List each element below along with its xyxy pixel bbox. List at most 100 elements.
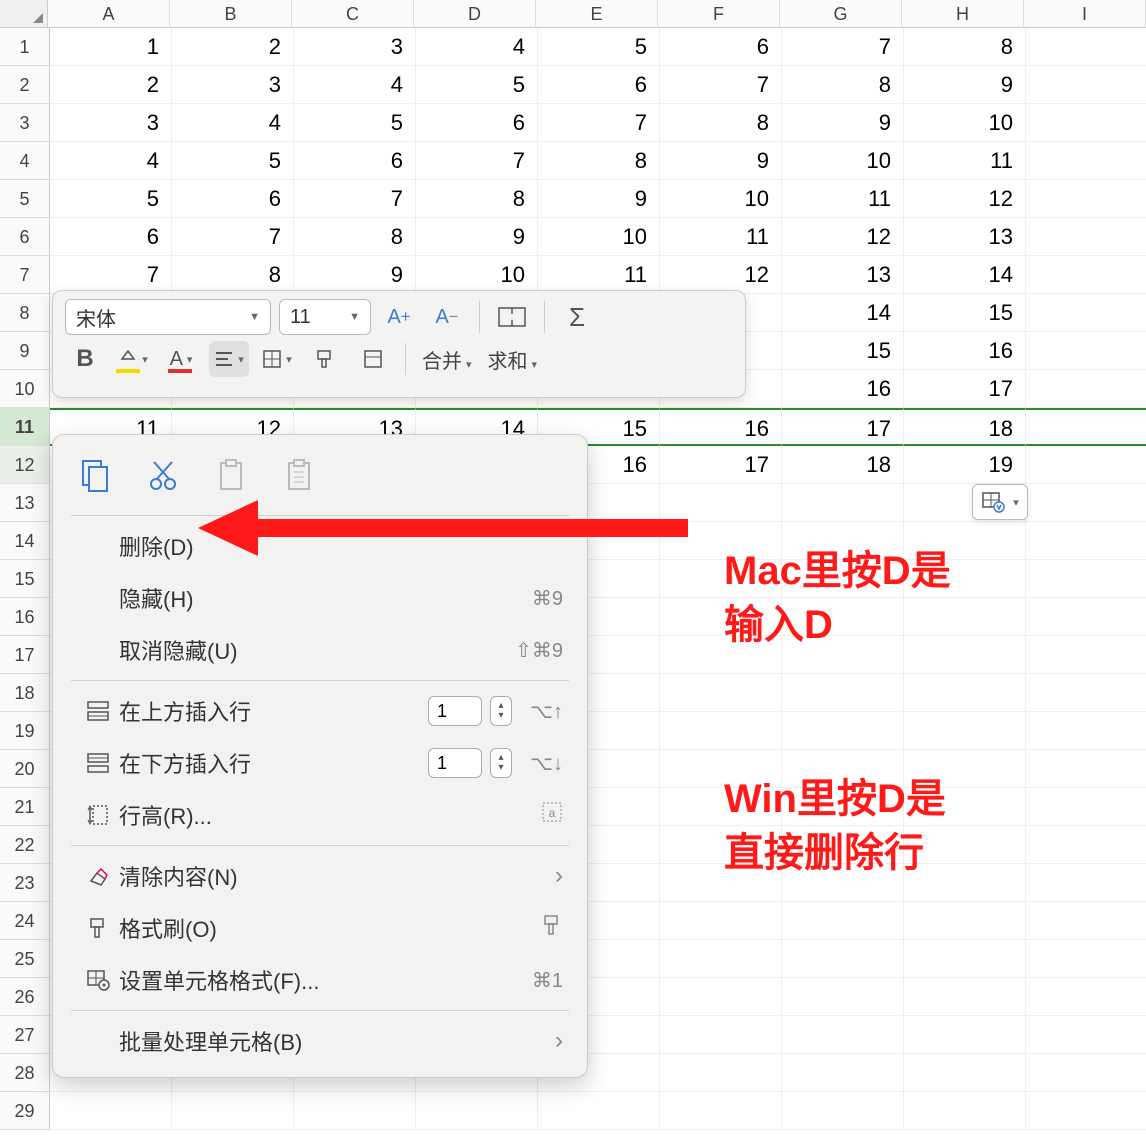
cell[interactable] xyxy=(1026,902,1146,940)
cell[interactable]: 5 xyxy=(50,180,172,218)
cell[interactable]: 7 xyxy=(50,256,172,294)
cell[interactable] xyxy=(904,940,1026,978)
cell[interactable]: 10 xyxy=(782,142,904,180)
column-header[interactable]: A xyxy=(48,0,170,28)
cell[interactable]: 6 xyxy=(538,66,660,104)
row-header[interactable]: 15 xyxy=(0,560,50,598)
cell[interactable]: 1 xyxy=(50,28,172,66)
cell[interactable] xyxy=(782,902,904,940)
cell[interactable] xyxy=(172,1092,294,1130)
cell[interactable] xyxy=(660,1016,782,1054)
row-header[interactable]: 6 xyxy=(0,218,50,256)
shrink-font-button[interactable]: A− xyxy=(427,299,467,335)
row-header[interactable]: 21 xyxy=(0,788,50,826)
cell[interactable] xyxy=(660,978,782,1016)
cell[interactable]: 10 xyxy=(660,180,782,218)
cell[interactable] xyxy=(50,1092,172,1130)
cell[interactable]: 8 xyxy=(782,66,904,104)
paste-options-button[interactable]: ▾ xyxy=(972,484,1028,520)
cell[interactable] xyxy=(782,712,904,750)
cell[interactable] xyxy=(1026,180,1146,218)
row-header[interactable]: 18 xyxy=(0,674,50,712)
cell[interactable]: 9 xyxy=(294,256,416,294)
cell[interactable]: 17 xyxy=(782,408,904,446)
cell[interactable] xyxy=(904,978,1026,1016)
cell[interactable]: 12 xyxy=(904,180,1026,218)
cell[interactable]: 16 xyxy=(782,370,904,408)
row-header[interactable]: 22 xyxy=(0,826,50,864)
row-header[interactable]: 3 xyxy=(0,104,50,142)
cell[interactable] xyxy=(782,674,904,712)
cell[interactable] xyxy=(782,1016,904,1054)
cell[interactable]: 4 xyxy=(294,66,416,104)
cell[interactable]: 13 xyxy=(904,218,1026,256)
font-size-select[interactable]: 11▼ xyxy=(279,299,371,335)
cell[interactable] xyxy=(660,1054,782,1092)
cell[interactable]: 10 xyxy=(538,218,660,256)
cell[interactable]: 14 xyxy=(904,256,1026,294)
cell[interactable]: 8 xyxy=(538,142,660,180)
cell[interactable] xyxy=(904,1016,1026,1054)
cell[interactable] xyxy=(660,902,782,940)
column-header[interactable]: C xyxy=(292,0,414,28)
row-header[interactable]: 19 xyxy=(0,712,50,750)
cell[interactable] xyxy=(1026,636,1146,674)
column-header[interactable]: F xyxy=(658,0,780,28)
align-button[interactable]: ▾ xyxy=(209,341,249,377)
cell[interactable]: 16 xyxy=(904,332,1026,370)
column-header[interactable]: G xyxy=(780,0,902,28)
copy-icon[interactable] xyxy=(75,455,115,495)
cell[interactable] xyxy=(1026,256,1146,294)
cell[interactable] xyxy=(1026,446,1146,484)
menu-insert-below[interactable]: 在下方插入行 ▴▾ ⌥↓ xyxy=(53,737,587,789)
cell[interactable]: 8 xyxy=(660,104,782,142)
row-header[interactable]: 20 xyxy=(0,750,50,788)
cell[interactable]: 7 xyxy=(660,66,782,104)
stepper-buttons[interactable]: ▴▾ xyxy=(490,748,512,778)
cell[interactable]: 16 xyxy=(660,408,782,446)
cell[interactable]: 2 xyxy=(172,28,294,66)
stepper-buttons[interactable]: ▴▾ xyxy=(490,696,512,726)
cell[interactable] xyxy=(660,940,782,978)
column-header[interactable]: I xyxy=(1024,0,1146,28)
bold-button[interactable]: B xyxy=(65,341,105,377)
fill-color-button[interactable]: ▾ xyxy=(113,341,153,377)
sum-label[interactable]: 求和▾ xyxy=(484,345,542,374)
row-header[interactable]: 8 xyxy=(0,294,50,332)
cell[interactable]: 12 xyxy=(782,218,904,256)
cell[interactable] xyxy=(1026,104,1146,142)
menu-hide[interactable]: 隐藏(H)⌘9 xyxy=(53,572,587,624)
cell[interactable] xyxy=(1026,864,1146,902)
cell[interactable]: 5 xyxy=(538,28,660,66)
cell[interactable]: 8 xyxy=(904,28,1026,66)
cell[interactable]: 8 xyxy=(172,256,294,294)
row-header[interactable]: 28 xyxy=(0,1054,50,1092)
cell[interactable] xyxy=(1026,1054,1146,1092)
cell[interactable]: 2 xyxy=(50,66,172,104)
cell[interactable] xyxy=(1026,522,1146,560)
cell[interactable]: 14 xyxy=(782,294,904,332)
cell[interactable] xyxy=(1026,750,1146,788)
cell[interactable]: 7 xyxy=(782,28,904,66)
row-header[interactable]: 5 xyxy=(0,180,50,218)
column-header[interactable]: E xyxy=(536,0,658,28)
cell[interactable] xyxy=(1026,598,1146,636)
column-header[interactable]: D xyxy=(414,0,536,28)
cell[interactable]: 8 xyxy=(416,180,538,218)
cell[interactable] xyxy=(782,940,904,978)
cell[interactable]: 8 xyxy=(294,218,416,256)
cell[interactable]: 4 xyxy=(172,104,294,142)
cell[interactable]: 13 xyxy=(782,256,904,294)
menu-row-height[interactable]: 行高(R)... a xyxy=(53,789,587,841)
cell[interactable]: 10 xyxy=(416,256,538,294)
cell[interactable] xyxy=(660,1092,782,1130)
menu-cell-format[interactable]: 设置单元格格式(F)...⌘1 xyxy=(53,954,587,1006)
row-header[interactable]: 2 xyxy=(0,66,50,104)
merge-cells-icon[interactable] xyxy=(492,299,532,335)
cell[interactable]: 11 xyxy=(782,180,904,218)
row-header[interactable]: 13 xyxy=(0,484,50,522)
cell[interactable]: 6 xyxy=(660,28,782,66)
cell[interactable] xyxy=(1026,332,1146,370)
row-header[interactable]: 14 xyxy=(0,522,50,560)
cell[interactable] xyxy=(904,1092,1026,1130)
